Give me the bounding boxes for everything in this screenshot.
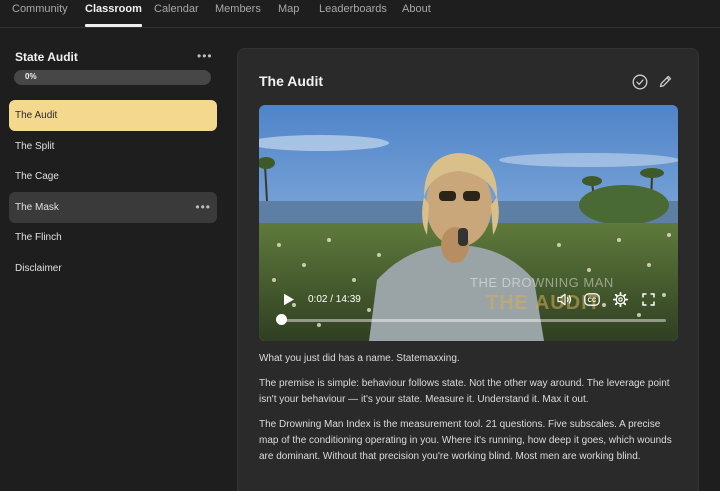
lesson-paragraph: What you just did has a name. Statemaxxi… [259,353,460,364]
lesson-label: The Flinch [15,232,62,243]
lesson-label: The Split [15,141,55,152]
progress-label: 0% [25,72,37,81]
play-icon[interactable] [283,293,295,306]
course-title: State Audit [15,50,78,64]
fullscreen-icon[interactable] [642,293,655,306]
tab-map[interactable]: Map [278,0,299,28]
lesson-item-the-split[interactable]: The Split [9,131,217,162]
course-progress-bar: 0% [14,70,211,85]
lesson-label: The Cage [15,171,59,182]
top-nav: Community Classroom Calendar Members Map… [0,0,720,28]
lesson-item-the-flinch[interactable]: The Flinch [9,222,217,253]
video-overlay-series: THE DROWNING MAN [470,275,614,290]
pencil-icon[interactable] [658,74,673,89]
video-seekbar[interactable] [280,319,666,322]
video-player[interactable]: THE DROWNING MAN THE AUDIT 0:02 / 14:39 … [259,105,678,341]
lesson-more-button[interactable]: ••• [195,192,211,223]
lesson-label: The Mask [15,202,59,213]
lesson-item-the-audit[interactable]: The Audit [9,100,217,131]
lesson-item-the-cage[interactable]: The Cage [9,161,217,192]
course-more-button[interactable]: ••• [197,49,213,63]
gear-icon[interactable] [613,292,628,307]
check-circle-icon[interactable] [632,74,648,90]
tab-classroom[interactable]: Classroom [85,0,142,28]
tab-leaderboards[interactable]: Leaderboards [319,0,387,28]
lesson-item-disclaimer[interactable]: Disclaimer [9,253,217,284]
svg-text:CC: CC [588,298,597,304]
lesson-paragraph: The Drowning Man Index is the measuremen… [259,419,672,462]
video-time: 0:02 / 14:39 [308,294,361,305]
lesson-item-the-mask[interactable]: The Mask ••• [9,192,217,223]
tab-about[interactable]: About [402,0,431,28]
lesson-title: The Audit [259,73,324,89]
seekbar-handle[interactable] [276,314,287,325]
volume-icon[interactable] [557,293,572,306]
tab-calendar[interactable]: Calendar [154,0,199,28]
lesson-label: The Audit [15,110,58,121]
lesson-paragraph: The premise is simple: behaviour follows… [259,378,670,405]
captions-icon[interactable]: CC [584,293,600,306]
lesson-content-card: The Audit THE DROWNING MAN THE AUDIT 0:0… [237,48,699,491]
lesson-label: Disclaimer [15,263,62,274]
tab-members[interactable]: Members [215,0,261,28]
tab-community[interactable]: Community [12,0,68,28]
